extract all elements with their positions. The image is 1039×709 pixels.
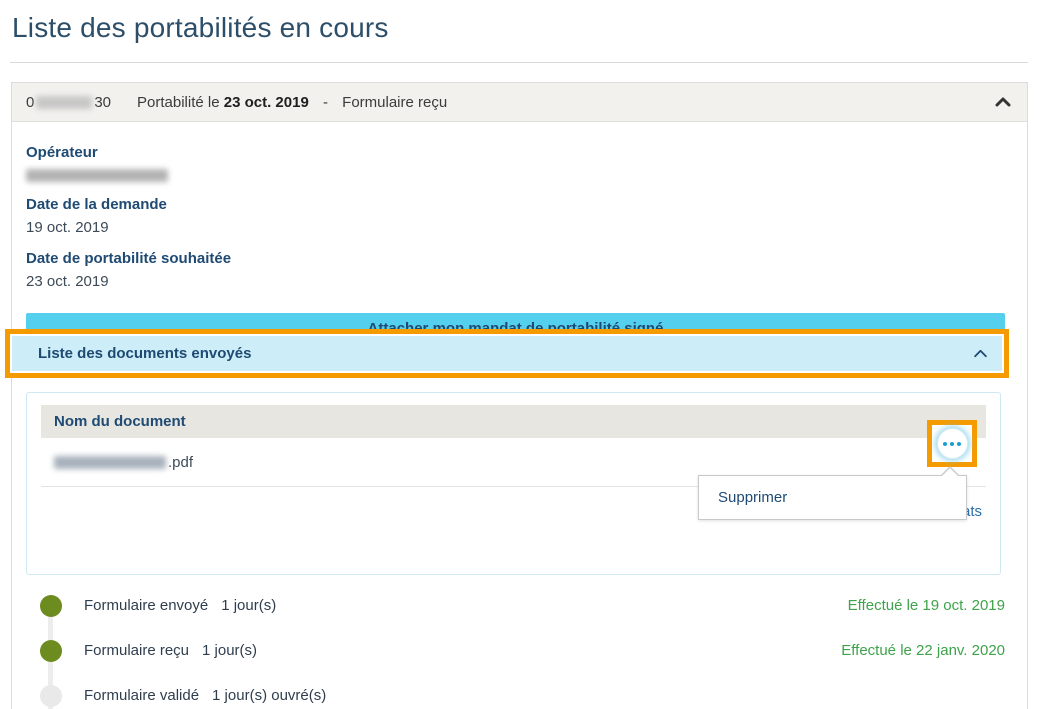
timeline-step-label: Formulaire envoyé bbox=[84, 597, 208, 614]
timeline-step-duration: 1 jour(s) bbox=[221, 597, 276, 614]
ellipsis-icon[interactable] bbox=[937, 428, 968, 459]
timeline-step-duration: 1 jour(s) ouvré(s) bbox=[212, 687, 326, 704]
portability-date: 23 oct. 2019 bbox=[224, 94, 309, 111]
summary-prefix: Portabilité le bbox=[137, 94, 220, 111]
menu-item-supprimer[interactable]: Supprimer bbox=[699, 476, 966, 519]
documents-accordion-title: Liste des documents envoyés bbox=[38, 345, 251, 362]
timeline-step-status: Effectué le 19 oct. 2019 bbox=[848, 597, 1005, 614]
summary-separator: - bbox=[323, 94, 328, 111]
wished-date-label: Date de portabilité souhaitée bbox=[26, 250, 1013, 267]
phone-prefix: 0 bbox=[26, 94, 34, 111]
document-context-menu: Supprimer bbox=[698, 475, 967, 520]
request-date-label: Date de la demande bbox=[26, 196, 1013, 213]
operator-label: Opérateur bbox=[26, 144, 1013, 161]
wished-date-value: 23 oct. 2019 bbox=[26, 273, 1013, 290]
timeline-step-status: Effectué le 22 janv. 2020 bbox=[841, 642, 1005, 659]
chevron-up-icon[interactable] bbox=[995, 97, 1011, 107]
phone-suffix: 30 bbox=[94, 94, 111, 111]
document-extension: .pdf bbox=[168, 454, 193, 471]
timeline-step-label: Formulaire validé bbox=[84, 687, 199, 704]
title-divider bbox=[10, 62, 1028, 63]
ellipsis-highlight-box bbox=[927, 420, 977, 467]
timeline-dot-done-icon bbox=[40, 595, 62, 617]
page-title: Liste des portabilités en cours bbox=[12, 12, 389, 44]
portability-card-header[interactable]: 0 30 Portabilité le 23 oct. 2019 - Formu… bbox=[12, 83, 1027, 122]
documents-accordion-toggle[interactable]: Liste des documents envoyés bbox=[12, 336, 1002, 371]
portability-card-body: Opérateur Date de la demande 19 oct. 201… bbox=[12, 122, 1027, 709]
timeline-row: Formulaire validé 1 jour(s) ouvré(s) bbox=[26, 673, 1013, 709]
timeline-row: Formulaire reçu 1 jour(s) Effectué le 22… bbox=[26, 628, 1013, 673]
timeline-dot-pending-icon bbox=[40, 685, 62, 707]
document-name-redacted bbox=[54, 456, 166, 469]
timeline-step-duration: 1 jour(s) bbox=[202, 642, 257, 659]
timeline-dot-done-icon bbox=[40, 640, 62, 662]
timeline-row: Formulaire envoyé 1 jour(s) Effectué le … bbox=[26, 583, 1013, 628]
portability-card: 0 30 Portabilité le 23 oct. 2019 - Formu… bbox=[11, 82, 1028, 709]
phone-number: 0 30 bbox=[26, 94, 111, 111]
phone-redacted bbox=[36, 96, 92, 109]
request-date-value: 19 oct. 2019 bbox=[26, 219, 1013, 236]
status-timeline: Formulaire envoyé 1 jour(s) Effectué le … bbox=[26, 583, 1013, 709]
timeline-step-label: Formulaire reçu bbox=[84, 642, 189, 659]
summary-status: Formulaire reçu bbox=[342, 94, 447, 111]
accordion-highlight-box: Liste des documents envoyés bbox=[5, 329, 1009, 378]
portability-summary: Portabilité le 23 oct. 2019 - Formulaire… bbox=[137, 94, 447, 111]
chevron-up-icon[interactable] bbox=[973, 349, 988, 358]
documents-table-header: Nom du document bbox=[41, 405, 986, 438]
operator-value-redacted bbox=[26, 169, 168, 182]
